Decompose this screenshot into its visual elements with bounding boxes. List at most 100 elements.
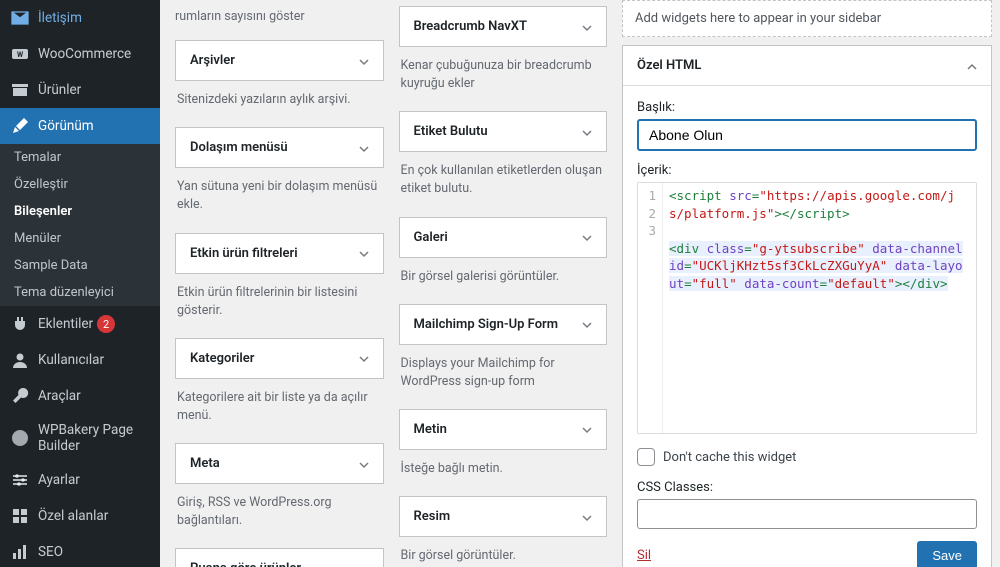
widget-desc: Bir görsel görüntüler. xyxy=(399,537,608,567)
archive-icon xyxy=(10,80,30,100)
widget-header[interactable]: Etiket Bulutu xyxy=(400,112,607,151)
widget-title: Etkin ürün filtreleri xyxy=(190,246,298,261)
chevron-down-icon xyxy=(359,56,369,66)
delete-link[interactable]: Sil xyxy=(637,548,651,563)
available-widget[interactable]: Kategoriler xyxy=(175,338,384,379)
main-content: rumların sayısını göster ArşivlerSiteniz… xyxy=(160,0,1000,567)
widget-header[interactable]: Dolaşım menüsü xyxy=(176,128,383,167)
widget-desc: En çok kullanılan etiketlerden oluşan et… xyxy=(399,152,608,216)
chevron-down-icon xyxy=(582,127,592,137)
sidebar-item-araçlar[interactable]: Araçlar xyxy=(0,378,160,414)
widget-desc: Displays your Mailchimp for WordPress si… xyxy=(399,345,608,409)
widget-header[interactable]: Breadcrumb NavXT xyxy=(400,7,607,46)
widget-header[interactable]: Metin xyxy=(400,410,607,449)
sidebar-item-label: WooCommerce xyxy=(38,46,131,62)
sidebar-item-eklentiler[interactable]: Eklentiler2 xyxy=(0,306,160,342)
sidebar-item-kullanıcılar[interactable]: Kullanıcılar xyxy=(0,342,160,378)
chevron-down-icon xyxy=(359,143,369,153)
save-button[interactable]: Save xyxy=(917,541,977,567)
chevron-down-icon xyxy=(582,424,592,434)
sidebar-item-özel-alanlar[interactable]: Özel alanlar xyxy=(0,498,160,534)
wrench-icon xyxy=(10,386,30,406)
chevron-up-icon xyxy=(967,61,977,71)
widget-title: Arşivler xyxy=(190,53,235,68)
widget-desc: Kenar çubuğunuza bir breadcrumb kuyruğu … xyxy=(399,47,608,111)
admin-sidebar: İletişim W WooCommerce Ürünler Görünüm Temala… xyxy=(0,0,160,567)
available-widget[interactable]: Metin xyxy=(399,409,608,450)
chevron-down-icon xyxy=(359,459,369,469)
widget-header[interactable]: Resim xyxy=(400,497,607,536)
widget-header[interactable]: Galeri xyxy=(400,218,607,257)
widget-title: Dolaşım menüsü xyxy=(190,140,288,155)
available-widget[interactable]: Mailchimp Sign-Up Form xyxy=(399,304,608,345)
widget-header[interactable]: Etkin ürün filtreleri xyxy=(176,234,383,273)
sidebar-item-label: Eklentiler xyxy=(38,316,93,332)
widget-title: Breadcrumb NavXT xyxy=(414,19,527,34)
cache-checkbox-label: Don't cache this widget xyxy=(663,450,796,465)
widget-custom-html-header[interactable]: Özel HTML xyxy=(623,46,991,86)
chevron-down-icon xyxy=(582,319,592,329)
css-classes-input[interactable] xyxy=(637,499,977,529)
widget-desc: İsteğe bağlı metin. xyxy=(399,450,608,496)
sidebar-subitem-bileşenler[interactable]: Bileşenler xyxy=(0,198,160,225)
widget-header[interactable]: Arşivler xyxy=(176,41,383,80)
sidebar-item-ayarlar[interactable]: Ayarlar xyxy=(0,462,160,498)
widget-title: Kategoriler xyxy=(190,351,254,366)
sidebar-item-label: Görünüm xyxy=(38,118,94,134)
widget-desc: Yan sütuna yeni bir dolaşım menüsü ekle. xyxy=(175,168,384,232)
widget-header[interactable]: Mailchimp Sign-Up Form xyxy=(400,305,607,344)
user-icon xyxy=(10,350,30,370)
sidebar-item-seo[interactable]: SEO xyxy=(0,534,160,567)
available-widgets-hint: rumların sayısını göster xyxy=(175,0,384,40)
sidebar-item-görünüm[interactable]: Görünüm xyxy=(0,108,160,144)
sidebar-item-label: Özel alanlar xyxy=(38,508,108,524)
chevron-down-icon xyxy=(582,22,592,32)
brush-icon xyxy=(10,116,30,136)
sidebar-item-ürünler[interactable]: Ürünler xyxy=(0,72,160,108)
cache-checkbox[interactable] xyxy=(637,448,655,466)
sidebar-subitem-tema-düzenleyici[interactable]: Tema düzenleyici xyxy=(0,279,160,306)
available-widget[interactable]: Etkin ürün filtreleri xyxy=(175,233,384,274)
sidebar-subitem-menüler[interactable]: Menüler xyxy=(0,225,160,252)
css-classes-label: CSS Classes: xyxy=(637,480,977,495)
widget-title: Metin xyxy=(414,422,447,437)
available-widget[interactable]: Arşivler xyxy=(175,40,384,81)
code-content[interactable]: <script src="https://apis.google.com/js/… xyxy=(663,183,976,433)
sidebar-item-woocommerce[interactable]: W WooCommerce xyxy=(0,36,160,72)
widget-header[interactable]: Puana göre ürünler xyxy=(176,549,383,567)
chevron-down-icon xyxy=(359,353,369,363)
available-widget[interactable]: Etiket Bulutu xyxy=(399,111,608,152)
sidebar-item-label: Ürünler xyxy=(38,82,81,98)
widget-desc: Kategorilere ait bir liste ya da açılır … xyxy=(175,379,384,443)
widget-custom-html-title: Özel HTML xyxy=(637,58,701,73)
sidebar-widget-area: Add widgets here to appear in your sideb… xyxy=(622,0,992,567)
title-input[interactable] xyxy=(637,119,977,151)
svg-text:W: W xyxy=(17,51,24,59)
sidebar-subitem-temalar[interactable]: Temalar xyxy=(0,144,160,171)
available-widget[interactable]: Dolaşım menüsü xyxy=(175,127,384,168)
woo-icon: W xyxy=(10,44,30,64)
widget-title: Mailchimp Sign-Up Form xyxy=(414,317,559,332)
sidebar-item-i̇letişim[interactable]: İletişim xyxy=(0,0,160,36)
sidebar-item-label: SEO xyxy=(38,544,63,560)
available-widget[interactable]: Puana göre ürünler xyxy=(175,548,384,567)
sidebar-item-wpbakery-page-builder[interactable]: WPBakery Page Builder xyxy=(0,414,160,462)
chevron-down-icon xyxy=(582,232,592,242)
sidebar-subitem-sample-data[interactable]: Sample Data xyxy=(0,252,160,279)
wpb-icon xyxy=(10,428,30,448)
title-label: Başlık: xyxy=(637,100,977,115)
update-badge: 2 xyxy=(97,315,115,333)
widget-header[interactable]: Kategoriler xyxy=(176,339,383,378)
widget-header[interactable]: Meta xyxy=(176,444,383,483)
sidebar-subitem-özelleştir[interactable]: Özelleştir xyxy=(0,171,160,198)
sidebar-item-label: İletişim xyxy=(38,10,82,26)
widget-title: Puana göre ürünler xyxy=(190,561,301,567)
available-widget[interactable]: Meta xyxy=(175,443,384,484)
code-editor[interactable]: 1 2 3 <script src="https://apis.google.c… xyxy=(637,182,977,434)
chevron-down-icon xyxy=(582,512,592,522)
sidebar-item-label: Kullanıcılar xyxy=(38,352,104,368)
available-widget[interactable]: Breadcrumb NavXT xyxy=(399,6,608,47)
available-widget[interactable]: Galeri xyxy=(399,217,608,258)
available-widget[interactable]: Resim xyxy=(399,496,608,537)
sidebar-item-label: WPBakery Page Builder xyxy=(38,422,150,454)
